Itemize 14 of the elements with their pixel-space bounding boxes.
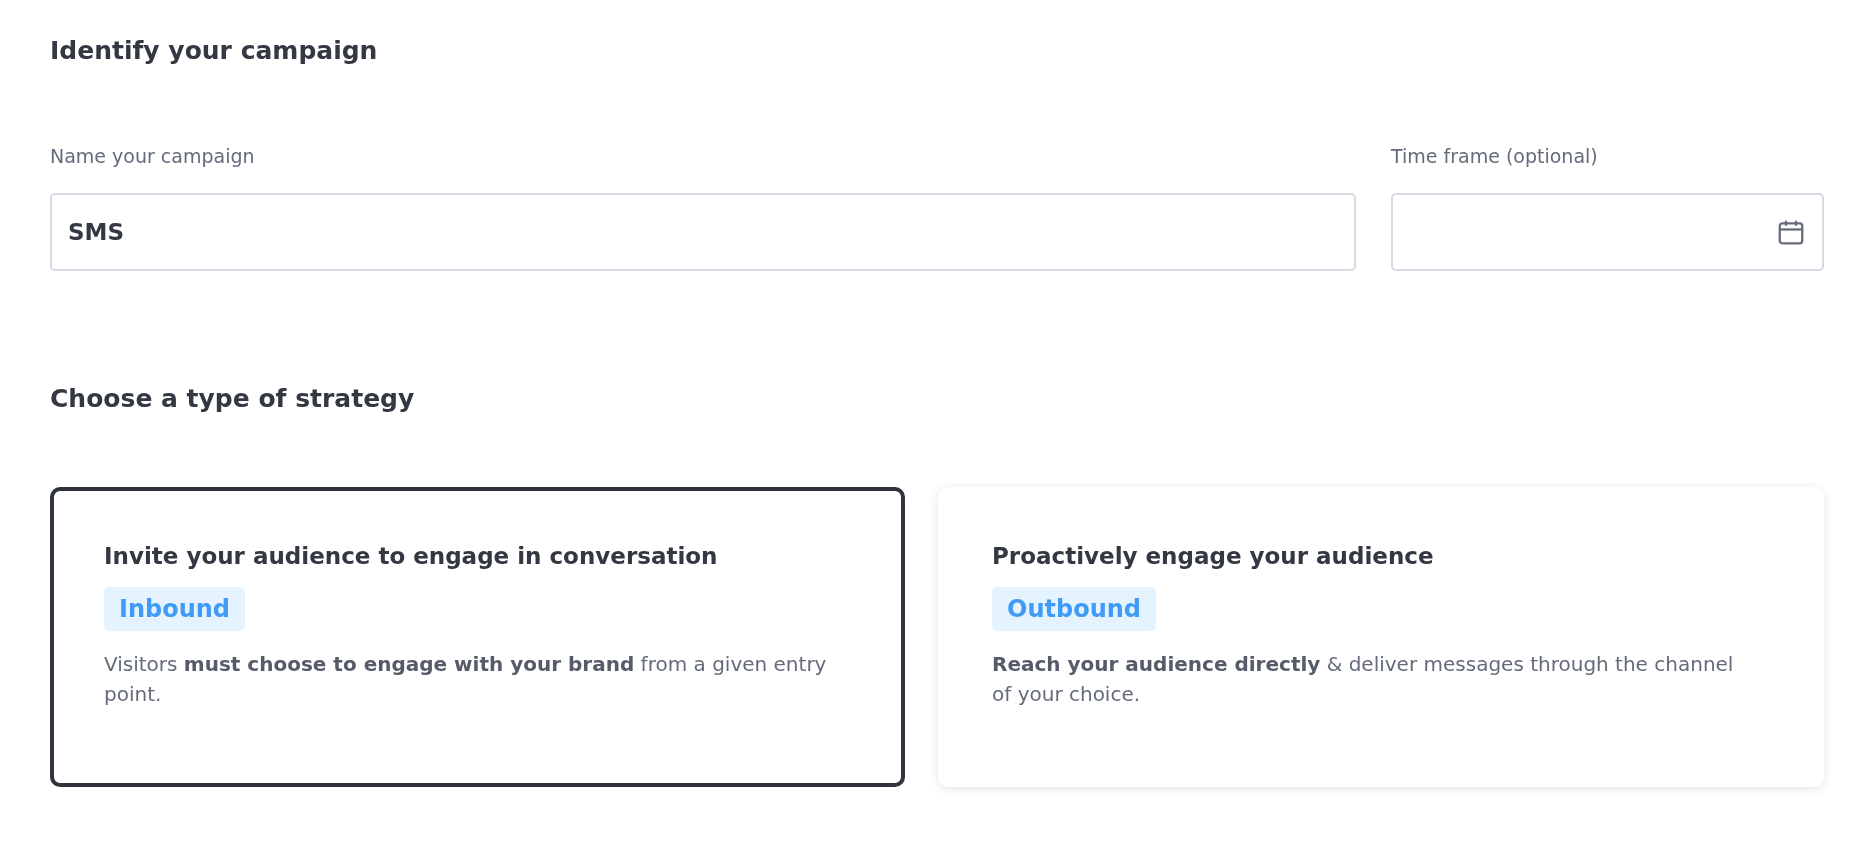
strategy-card[interactable]: Invite your audience to engage in conversation Inbound Visitors must choose to engage with your brand from a given entry point. [50, 487, 905, 787]
field-label: Name your campaign [50, 145, 256, 167]
field-label: Time frame (optional) [1391, 145, 1599, 167]
card-title: Invite your audience to engage in conversation [104, 543, 718, 569]
card-description: Reach your audience directly & deliver messages through the channel of your choice. [992, 651, 1735, 708]
strategy-card[interactable]: Proactively engage your audience Outbound Reach your audience directly & deliver messages through the channel of your choice. [938, 487, 1824, 787]
card-description: Visitors must choose to engage with your brand from a given entry point. [104, 651, 828, 708]
campaign-name-field[interactable]: SMS [50, 193, 1356, 271]
strategy-tag: Outbound [992, 587, 1156, 631]
section-heading: Identify your campaign [50, 36, 379, 65]
date-field[interactable] [1391, 193, 1824, 271]
strategy-tag: Inbound [104, 587, 246, 631]
card-title: Proactively engage your audience [992, 543, 1434, 569]
section-heading: Choose a type of strategy [50, 384, 416, 413]
